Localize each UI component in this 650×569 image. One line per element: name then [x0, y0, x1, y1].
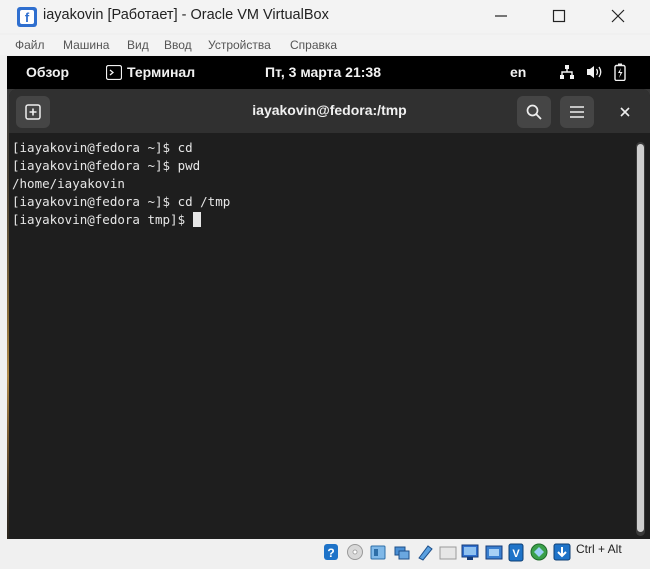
hamburger-menu-icon — [570, 106, 584, 118]
menu-help[interactable]: Справка — [290, 38, 337, 52]
network-icon[interactable] — [393, 542, 411, 562]
minimize-icon — [495, 15, 507, 17]
activities-button[interactable]: Обзор — [26, 64, 69, 80]
window-titlebar[interactable]: f iayakovin [Работает] - Oracle VM Virtu… — [0, 0, 650, 33]
menu-machine[interactable]: Машина — [63, 38, 109, 52]
close-icon — [620, 107, 630, 117]
virtualbox-statusbar: ? V Ctrl + Alt — [0, 539, 650, 569]
battery-icon — [614, 63, 626, 81]
terminal-line: [iayakovin@fedora ~]$ pwd — [12, 158, 201, 173]
menu-button[interactable] — [560, 96, 594, 128]
host-key-label[interactable]: Ctrl + Alt — [576, 542, 622, 556]
menu-view[interactable]: Вид — [127, 38, 149, 52]
terminal-headerbar[interactable]: iayakovin@fedora:/tmp — [9, 89, 650, 133]
shared-folders-icon[interactable] — [439, 542, 457, 562]
scrollbar-thumb[interactable] — [637, 144, 644, 532]
terminal-line: [iayakovin@fedora ~]$ cd — [12, 140, 193, 155]
volume-icon — [587, 66, 602, 78]
video-capture-icon[interactable] — [485, 542, 503, 562]
terminal-app-icon — [106, 65, 122, 80]
terminal-title: iayakovin@fedora:/tmp — [252, 102, 407, 118]
menu-devices[interactable]: Устройства — [208, 38, 271, 52]
close-terminal-button[interactable] — [614, 101, 636, 123]
gnome-topbar: Обзор Терминал Пт, 3 марта 21:38 en — [7, 56, 650, 89]
svg-text:f: f — [25, 10, 30, 25]
keyboard-layout-indicator[interactable]: en — [510, 64, 526, 80]
search-icon — [526, 104, 542, 120]
guest-display[interactable]: Обзор Терминал Пт, 3 марта 21:38 en iaya… — [7, 56, 650, 569]
maximize-button[interactable] — [544, 3, 574, 29]
hdd-icon[interactable]: ? — [322, 542, 340, 562]
app-menu-label: Терминал — [127, 64, 196, 80]
keyboard-capture-icon[interactable] — [553, 542, 571, 562]
usb-icon[interactable] — [416, 542, 434, 562]
network-wired-icon — [560, 65, 574, 79]
maximize-icon — [552, 9, 566, 23]
virtualbox-app-icon: f — [17, 7, 37, 27]
svg-text:V: V — [512, 548, 520, 560]
close-icon — [611, 9, 625, 23]
clock[interactable]: Пт, 3 марта 21:38 — [265, 64, 381, 80]
audio-icon[interactable] — [369, 542, 387, 562]
menu-file[interactable]: Файл — [15, 38, 45, 52]
svg-text:?: ? — [327, 546, 334, 560]
text-cursor — [192, 212, 201, 227]
terminal-scrollbar[interactable] — [636, 142, 645, 536]
terminal-output[interactable]: [iayakovin@fedora ~]$ cd [iayakovin@fedo… — [9, 133, 639, 539]
virtualization-icon[interactable]: V — [507, 542, 525, 562]
terminal-prompt-line[interactable]: [iayakovin@fedora tmp]$ — [12, 211, 639, 229]
search-button[interactable] — [517, 96, 551, 128]
virtualbox-window: f iayakovin [Работает] - Oracle VM Virtu… — [0, 0, 650, 569]
menu-input[interactable]: Ввод — [164, 38, 192, 52]
display-icon[interactable] — [461, 542, 479, 562]
system-menu[interactable] — [559, 63, 639, 83]
terminal-line: /home/iayakovin — [12, 176, 125, 191]
menu-bar: Файл Машина Вид Ввод Устройства Справка — [0, 35, 650, 55]
terminal-window[interactable]: iayakovin@fedora:/tmp [iayakovin@fedora … — [9, 89, 650, 539]
window-title: iayakovin [Работает] - Oracle VM Virtual… — [43, 7, 329, 23]
optical-drive-icon[interactable] — [346, 542, 364, 562]
minimize-button[interactable] — [486, 3, 516, 29]
terminal-line: [iayakovin@fedora ~]$ cd /tmp — [12, 194, 231, 209]
close-window-button[interactable] — [603, 3, 633, 29]
mouse-integration-icon[interactable] — [530, 542, 548, 562]
terminal-prompt: [iayakovin@fedora tmp]$ — [12, 212, 193, 227]
